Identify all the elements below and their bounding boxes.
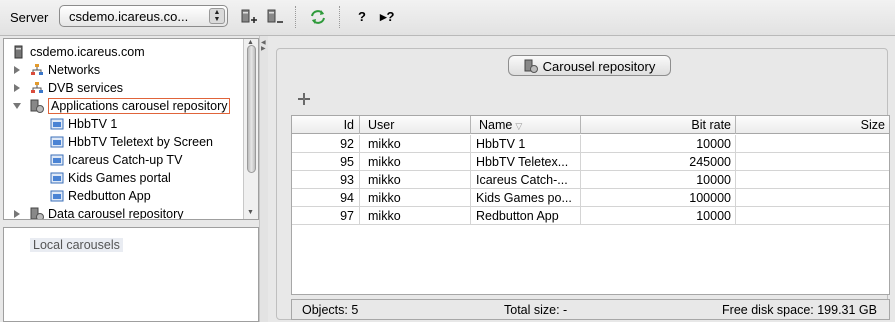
server-remove-icon[interactable] [266, 8, 284, 26]
cell-user: mikko [360, 189, 471, 206]
table-row[interactable]: 94 mikko Kids Games po... 100000 [292, 189, 889, 207]
column-header-name[interactable]: Name ▽ [471, 116, 581, 134]
tree-item-label: Data carousel repository [48, 207, 184, 220]
tree-item-label: Redbutton App [68, 189, 151, 203]
network-icon [31, 82, 43, 93]
tree-scrollbar[interactable]: ▲ ▼ [243, 39, 258, 219]
carousel-table: Id User Name ▽ Bit rate Size 92 mikko Hbb… [291, 115, 890, 295]
expand-arrow-icon[interactable] [14, 84, 20, 92]
tree-item-label: DVB services [48, 81, 124, 95]
cell-user: mikko [360, 171, 471, 188]
cell-id: 94 [292, 189, 360, 206]
carousel-icon [50, 154, 64, 166]
table-row[interactable]: 93 mikko Icareus Catch-... 10000 [292, 171, 889, 189]
carousel-repository-group: Carousel repository Id User Name ▽ Bit ra… [276, 48, 890, 320]
scrollbar-thumb[interactable] [247, 45, 256, 173]
tree-item-label: csdemo.icareus.com [30, 45, 145, 59]
refresh-icon[interactable] [309, 8, 327, 26]
tree-item-label: HbbTV 1 [68, 117, 118, 131]
cell-bitrate: 10000 [581, 171, 736, 188]
table-row[interactable]: 95 mikko HbbTV Teletex... 245000 [292, 153, 889, 171]
cell-size [736, 207, 889, 224]
toolbar-separator [339, 6, 340, 28]
help-icon[interactable]: ? [358, 9, 366, 24]
cell-bitrate: 10000 [581, 135, 736, 152]
carousel-icon [50, 172, 64, 184]
total-size: Total size: - [504, 303, 568, 317]
carousel-icon [50, 190, 64, 202]
cell-size [736, 189, 889, 206]
main-panel: Carousel repository Id User Name ▽ Bit ra… [268, 36, 895, 322]
tree-item-label: Networks [48, 63, 101, 77]
column-header-bitrate[interactable]: Bit rate [581, 116, 736, 134]
tree-item-label: Applications carousel repository [48, 98, 231, 114]
collapse-arrow-icon[interactable] [13, 103, 21, 109]
column-header-user[interactable]: User [360, 116, 471, 134]
cell-name: Kids Games po... [471, 189, 581, 206]
server-select[interactable]: csdemo.icareus.co... ▲ ▼ [59, 5, 228, 27]
server-label: Server [10, 10, 49, 25]
scroll-down-icon[interactable]: ▼ [247, 209, 254, 216]
cell-user: mikko [360, 207, 471, 224]
cell-size [736, 135, 889, 152]
free-disk-space: Free disk space: 199.31 GB [722, 303, 877, 317]
cell-bitrate: 100000 [581, 189, 736, 206]
cell-id: 93 [292, 171, 360, 188]
server-add-icon[interactable] [240, 8, 258, 26]
cell-name: Icareus Catch-... [471, 171, 581, 188]
expand-arrow-icon[interactable] [14, 210, 20, 218]
chevron-updown-icon: ▲ ▼ [209, 8, 225, 24]
sort-descending-icon: ▽ [515, 121, 523, 131]
tree-item-label: Kids Games portal [68, 171, 171, 185]
cell-id: 92 [292, 135, 360, 152]
local-carousels-panel: Local carousels [3, 227, 259, 322]
table-row[interactable]: 92 mikko HbbTV 1 10000 [292, 135, 889, 153]
network-icon [31, 64, 43, 75]
objects-count: Objects: 5 [302, 303, 359, 317]
column-header-name-text: Name [479, 118, 513, 132]
cell-bitrate: 10000 [581, 207, 736, 224]
table-header: Id User Name ▽ Bit rate Size [292, 116, 889, 134]
cell-bitrate: 245000 [581, 153, 736, 170]
repository-icon [30, 99, 44, 113]
cell-user: mikko [360, 135, 471, 152]
tree-item-label: Icareus Catch-up TV [68, 153, 183, 167]
collapse-arrows-icon[interactable]: ◀ ▶ [261, 40, 266, 52]
local-carousels-item[interactable]: Local carousels [30, 238, 123, 252]
carousel-icon [50, 118, 64, 130]
cell-name: HbbTV Teletex... [471, 153, 581, 170]
column-header-id[interactable]: Id [292, 116, 360, 134]
split-divider[interactable]: ◀ ▶ [259, 36, 268, 322]
cell-size [736, 153, 889, 170]
cell-name: HbbTV 1 [471, 135, 581, 152]
cell-size [736, 171, 889, 188]
table-row[interactable]: 97 mikko Redbutton App 10000 [292, 207, 889, 225]
expand-arrow-icon[interactable] [14, 66, 20, 74]
navigation-tree: csdemo.icareus.com Networks DVB services… [3, 38, 259, 220]
add-carousel-button[interactable] [296, 91, 312, 107]
cell-user: mikko [360, 153, 471, 170]
repository-icon [524, 59, 538, 73]
server-icon [14, 45, 23, 59]
cell-name: Redbutton App [471, 207, 581, 224]
toolbar-separator [295, 6, 296, 28]
context-help-icon[interactable]: ▸? [380, 9, 394, 25]
repository-icon [30, 207, 44, 219]
panel-title: Carousel repository [508, 55, 671, 76]
status-bar: Objects: 5 Total size: - Free disk space… [291, 299, 890, 320]
cell-id: 95 [292, 153, 360, 170]
column-header-size[interactable]: Size [736, 116, 889, 134]
tree-item-label: HbbTV Teletext by Screen [68, 135, 213, 149]
panel-title-text: Carousel repository [542, 59, 656, 74]
server-select-value: csdemo.icareus.co... [69, 9, 189, 24]
cell-id: 97 [292, 207, 360, 224]
carousel-icon [50, 136, 64, 148]
toolbar: Server csdemo.icareus.co... ▲ ▼ ? ▸? [0, 0, 895, 36]
